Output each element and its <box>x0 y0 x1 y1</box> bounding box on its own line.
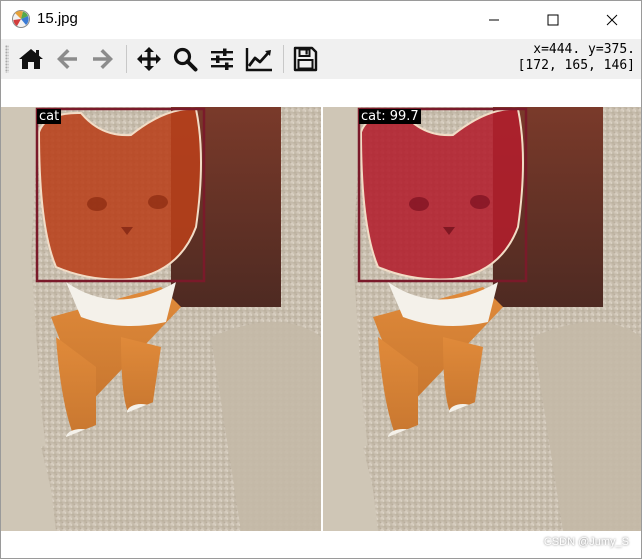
forward-button[interactable] <box>87 43 119 75</box>
subplots-sliders-icon <box>211 48 233 70</box>
toolbar-separator <box>126 45 127 73</box>
zoom-button[interactable] <box>169 43 201 75</box>
pan-move-icon <box>137 47 161 71</box>
edit-axes-button[interactable] <box>243 43 275 75</box>
minimize-icon <box>489 19 499 21</box>
zoom-magnifier-icon <box>173 47 198 72</box>
pan-button[interactable] <box>133 43 165 75</box>
right-detection-label: cat: 99.7 <box>359 109 421 124</box>
coords-pixel-value: [172, 165, 146] <box>517 58 635 73</box>
minimize-button[interactable] <box>471 1 517 39</box>
close-icon <box>606 14 618 26</box>
title-bar: 15.jpg <box>1 1 641 39</box>
left-image-panel <box>1 107 321 531</box>
home-button[interactable] <box>15 43 47 75</box>
matplotlib-app-icon <box>11 9 31 29</box>
right-image-panel <box>323 107 641 531</box>
forward-arrow-icon <box>93 49 113 69</box>
watermark-text: CSDN @Jumy_S <box>543 536 629 548</box>
back-arrow-icon <box>57 49 77 69</box>
toolbar-separator <box>283 45 284 73</box>
back-button[interactable] <box>51 43 83 75</box>
cursor-coordinates-readout: x=444. y=375. [172, 165, 146] <box>518 42 635 74</box>
left-detection-label: cat <box>37 109 62 124</box>
window-title: 15.jpg <box>37 10 78 27</box>
coords-xy: x=444. y=375. <box>533 42 635 57</box>
left-segmentation-mask <box>37 107 202 281</box>
detection-figure-image <box>1 107 641 531</box>
maximize-icon <box>547 14 559 26</box>
figure-canvas[interactable]: cat cat: 99.7 CSDN @Jumy_S <box>1 79 641 558</box>
home-icon <box>19 49 43 69</box>
maximize-button[interactable] <box>530 1 576 39</box>
save-button[interactable] <box>289 43 321 75</box>
navigation-toolbar: x=444. y=375. [172, 165, 146] <box>1 39 641 80</box>
toolbar-grip-handle[interactable] <box>5 45 9 73</box>
right-segmentation-mask <box>359 107 524 281</box>
matplotlib-figure-window: 15.jpg x=444. y=375. [172, 165, 146] cat… <box>0 0 642 559</box>
close-button[interactable] <box>589 1 635 39</box>
edit-axes-chart-icon <box>245 48 272 72</box>
save-floppy-icon <box>293 46 318 72</box>
subplots-button[interactable] <box>206 43 238 75</box>
